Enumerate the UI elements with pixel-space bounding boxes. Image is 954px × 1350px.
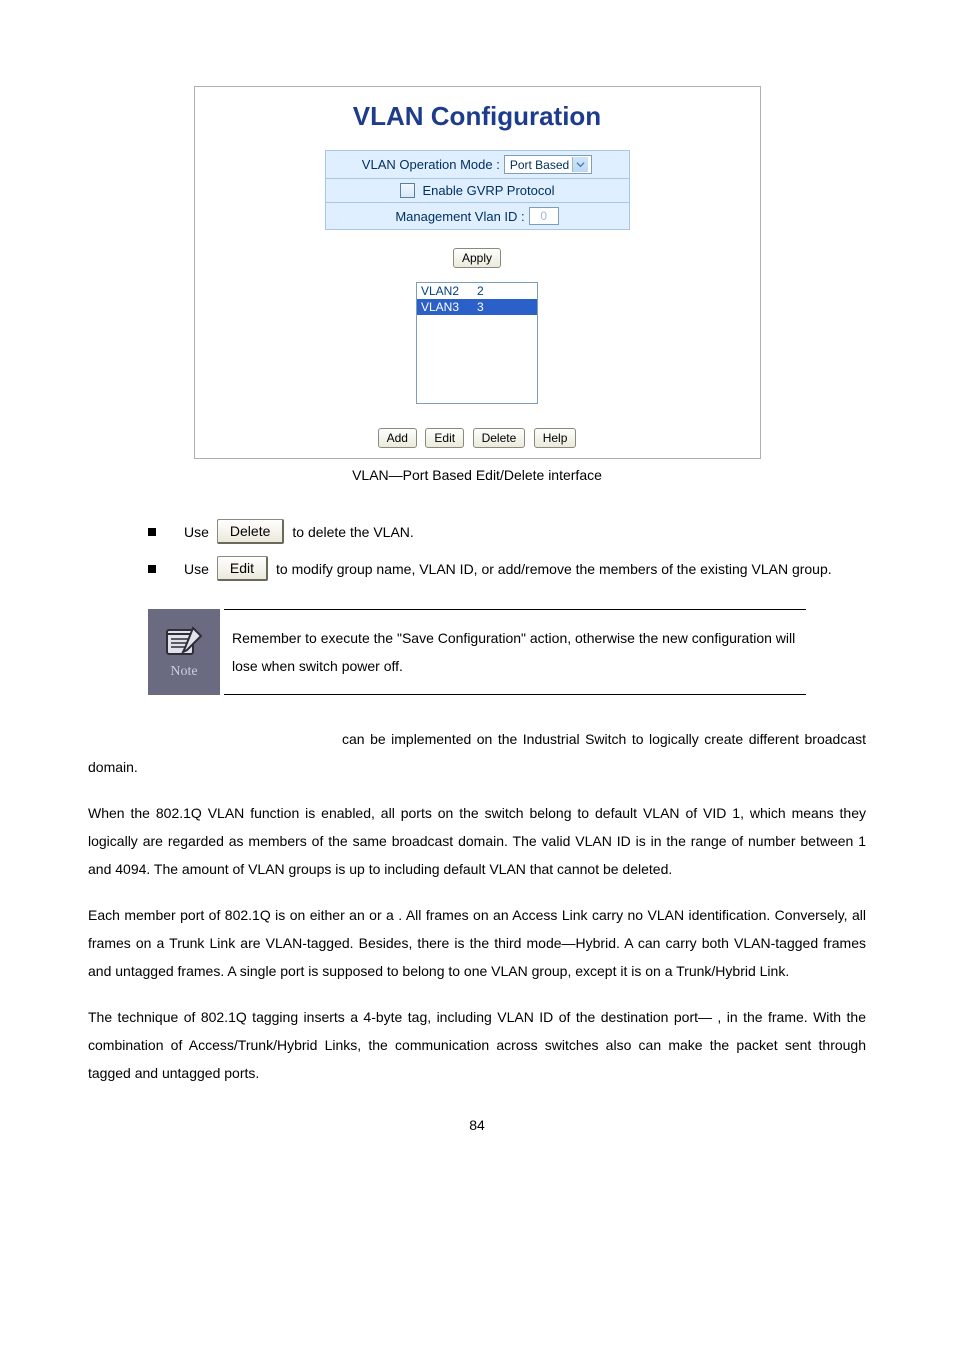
text: Use <box>184 561 209 577</box>
help-button[interactable]: Help <box>534 428 577 448</box>
vlan-mode-select[interactable]: Port Based <box>504 155 592 174</box>
settings-group: VLAN Operation Mode : Port Based Enable … <box>325 150 630 230</box>
text: to modify group name, VLAN ID, or add/re… <box>276 561 832 577</box>
note-block: Note Remember to execute the "Save Confi… <box>148 609 806 695</box>
chevron-down-icon[interactable] <box>572 157 588 172</box>
vlan-mode-value: Port Based <box>510 158 569 172</box>
delete-button[interactable]: Delete <box>473 428 526 448</box>
note-text: Remember to execute the "Save Configurat… <box>224 609 806 695</box>
mgmt-vlan-label: Management Vlan ID : <box>395 209 524 224</box>
list-item-name: VLAN3 <box>421 300 477 314</box>
list-item-name: VLAN2 <box>421 284 477 298</box>
bullet-icon <box>148 565 156 573</box>
note-label: Note <box>170 664 197 680</box>
body-paragraph: can be implemented on the Industrial Swi… <box>88 725 866 781</box>
bullet-delete: Use Delete to delete the VLAN. <box>88 519 866 544</box>
edit-button[interactable]: Edit <box>425 428 464 448</box>
mgmt-vlan-row: Management Vlan ID : 0 <box>325 202 630 230</box>
vlan-mode-row: VLAN Operation Mode : Port Based <box>325 150 630 178</box>
list-item-selected[interactable]: VLAN3 3 <box>417 299 537 315</box>
text: to delete the VLAN. <box>292 524 413 540</box>
notepad-icon <box>163 624 205 658</box>
list-item[interactable]: VLAN2 2 <box>417 283 537 299</box>
vlan-config-panel: VLAN Configuration VLAN Operation Mode :… <box>194 86 761 459</box>
gvrp-checkbox[interactable] <box>400 183 415 198</box>
vlan-listbox[interactable]: VLAN2 2 VLAN3 3 <box>416 282 538 404</box>
add-button[interactable]: Add <box>378 428 417 448</box>
note-badge: Note <box>148 609 220 695</box>
list-item-id: 3 <box>477 300 533 314</box>
panel-title: VLAN Configuration <box>195 87 760 150</box>
bullet-icon <box>148 528 156 536</box>
list-item-id: 2 <box>477 284 533 298</box>
gvrp-label: Enable GVRP Protocol <box>423 183 555 198</box>
delete-inline-button: Delete <box>217 519 284 544</box>
edit-inline-button: Edit <box>217 556 268 581</box>
body-paragraph: Each member port of 802.1Q is on either … <box>88 901 866 985</box>
body-paragraph: When the 802.1Q VLAN function is enabled… <box>88 799 866 883</box>
vlan-mode-label: VLAN Operation Mode : <box>362 157 500 172</box>
apply-button[interactable]: Apply <box>453 248 501 268</box>
text: Use <box>184 524 209 540</box>
bullet-edit: Use Edit to modify group name, VLAN ID, … <box>88 556 866 581</box>
body-paragraph: The technique of 802.1Q tagging inserts … <box>88 1003 866 1087</box>
page-number: 84 <box>88 1117 866 1133</box>
gvrp-row: Enable GVRP Protocol <box>325 178 630 202</box>
mgmt-vlan-input[interactable]: 0 <box>529 207 559 225</box>
figure-caption: VLAN—Port Based Edit/Delete interface <box>88 467 866 483</box>
